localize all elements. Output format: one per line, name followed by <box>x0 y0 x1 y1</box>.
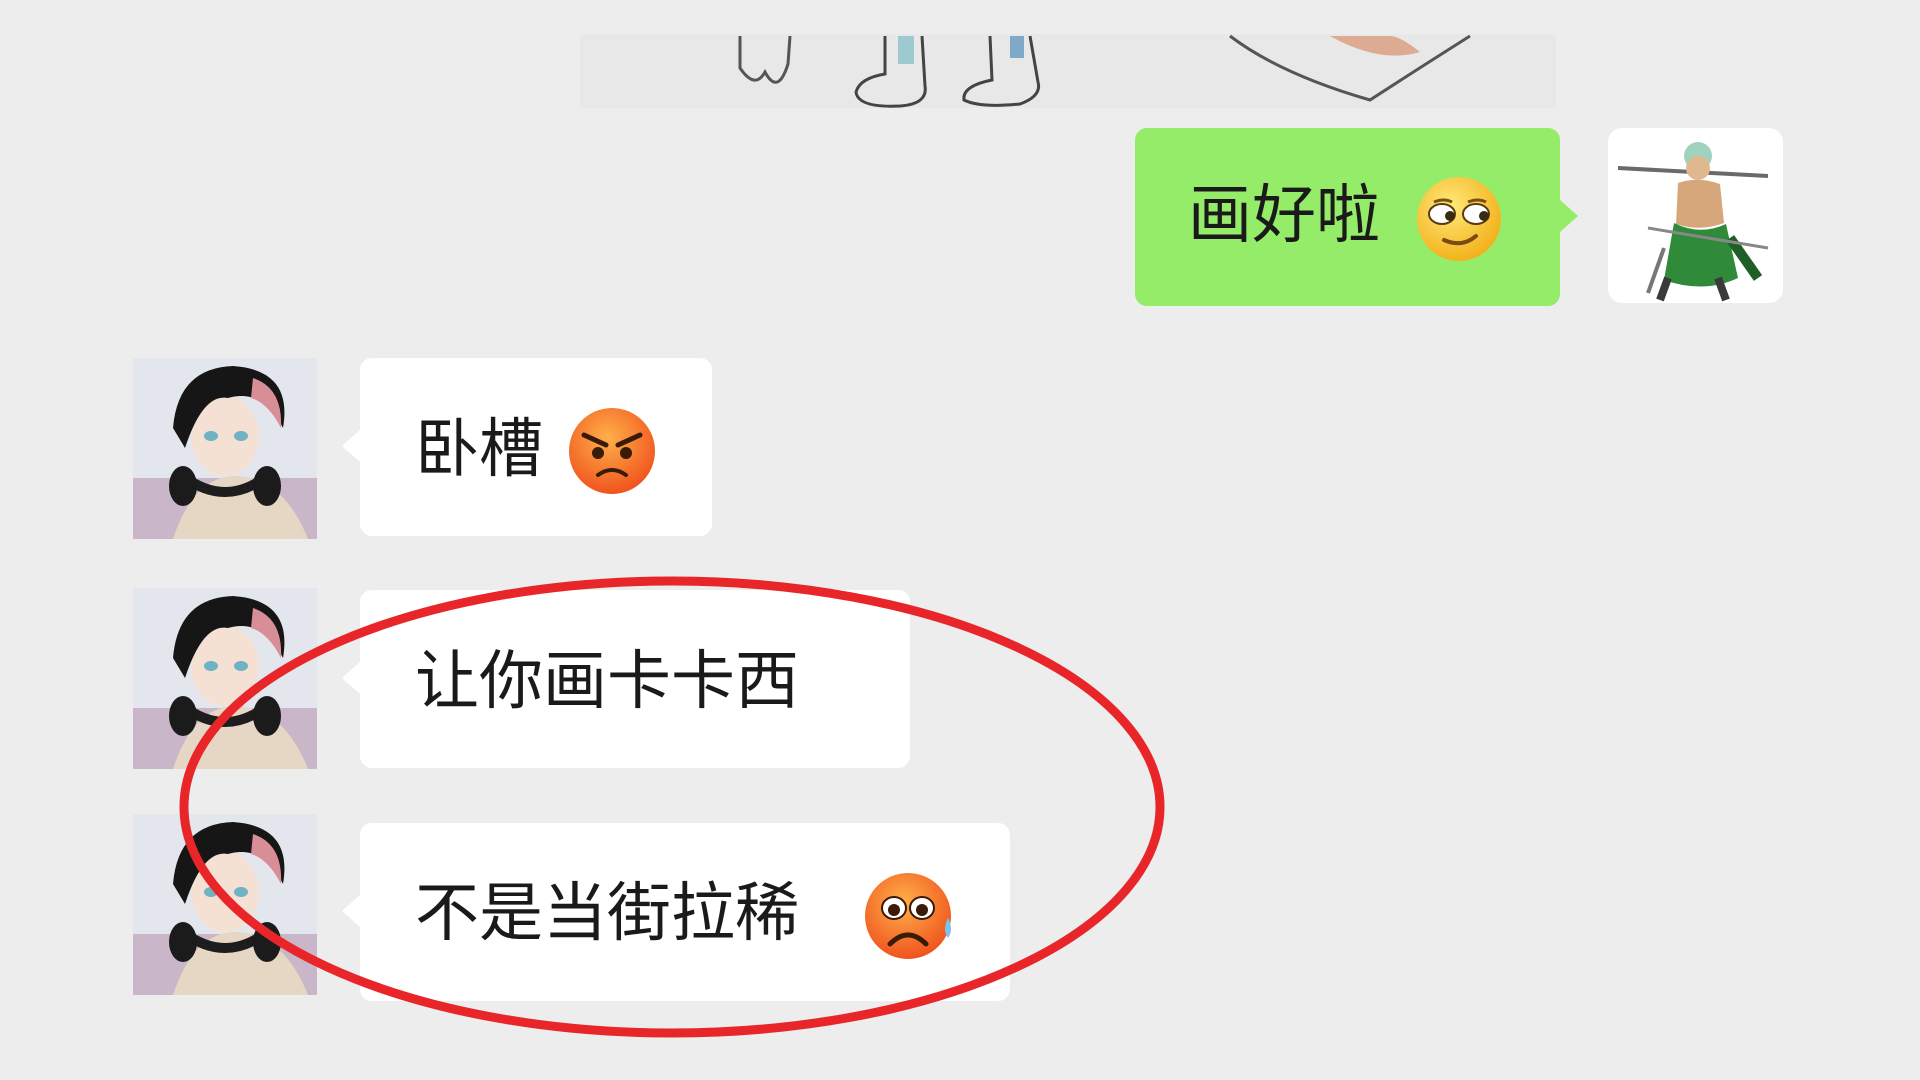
message-text: 不是当街拉稀 <box>415 877 799 951</box>
image-message[interactable] <box>580 34 1556 108</box>
message-text: 让你画卡卡西 <box>415 645 799 719</box>
swordsman-avatar-icon <box>1608 128 1783 303</box>
anime-boy-headphones-avatar-icon <box>133 814 317 995</box>
angry-emoji-icon <box>566 405 658 501</box>
smirk-emoji-icon <box>1414 174 1504 268</box>
message-text: 卧槽 <box>415 413 543 487</box>
anime-boy-headphones-avatar-icon <box>133 588 317 769</box>
anime-boy-headphones-avatar-icon <box>133 358 317 539</box>
sweat-frown-emoji-icon <box>862 868 958 968</box>
contact-avatar[interactable] <box>133 588 317 769</box>
chat-message-list[interactable]: 画好啦 卧槽 让你画卡卡西 不是当街拉稀 <box>0 0 1920 1080</box>
my-avatar[interactable] <box>1608 128 1783 303</box>
sketch-image <box>580 34 1556 108</box>
message-text: 画好啦 <box>1188 179 1380 253</box>
contact-avatar[interactable] <box>133 358 317 539</box>
contact-avatar[interactable] <box>133 814 317 995</box>
